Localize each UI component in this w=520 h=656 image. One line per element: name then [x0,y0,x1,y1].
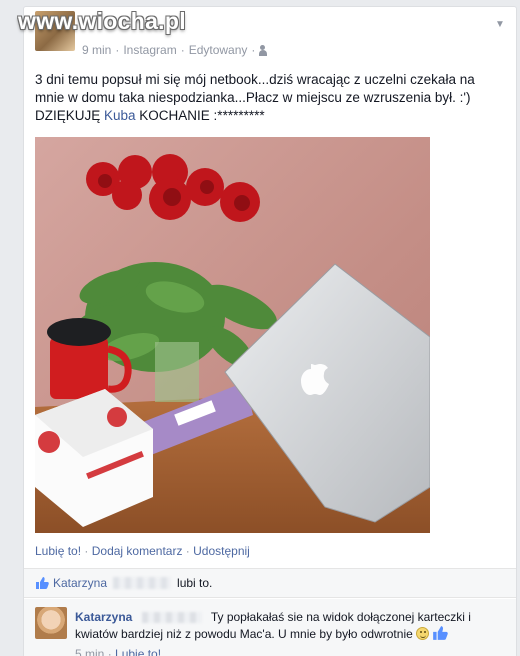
comment-link[interactable]: Dodaj komentarz [92,544,183,558]
comment-text: Ty popłakałaś sie na widok dołączonej ka… [75,610,471,641]
post-photo[interactable] [35,137,430,533]
commenter-avatar[interactable] [35,607,67,639]
redacted-surname [113,577,172,589]
post-time[interactable]: 9 min [82,43,111,57]
watermark: www.wiocha.pl [18,8,186,34]
likes-bar: Katarzyna lubi to. [24,568,516,598]
liker-name[interactable]: Katarzyna [53,576,107,590]
comment-time[interactable]: 5 min [75,647,104,656]
friends-icon[interactable] [259,44,270,56]
share-link[interactable]: Udostępnij [193,544,250,558]
post-text: 3 dni temu popsuł mi się mój netbook...d… [35,72,475,123]
post-card: ▼ 9 min · Instagram · Edytowany · 3 dni … [23,6,517,656]
thumbs-up-icon [35,576,49,590]
comment-like-link[interactable]: Lubię to! [115,647,161,656]
smile-emoji-icon [416,627,430,640]
comment: Katarzyna Ty popłakałaś sie na widok doł… [24,599,516,656]
likes-suffix: lubi to. [177,576,213,590]
photo-illustration [35,137,430,533]
thumbs-up-icon [432,625,449,645]
comment-author[interactable]: Katarzyna [75,610,132,624]
redacted-surname [141,612,202,624]
post-meta: 9 min · Instagram · Edytowany · [82,43,270,57]
comment-meta: 5 min · Lubię to! [75,647,161,656]
comment-body: Katarzyna Ty popłakałaś sie na widok doł… [75,609,505,645]
chevron-down-icon[interactable]: ▼ [494,19,506,31]
post-source[interactable]: Instagram [123,43,176,57]
mention-link[interactable]: Kuba [104,108,136,123]
edited-label[interactable]: Edytowany [189,43,248,57]
like-link[interactable]: Lubię to! [35,544,81,558]
post-actions: Lubię to! · Dodaj komentarz · Udostępnij [35,544,250,558]
